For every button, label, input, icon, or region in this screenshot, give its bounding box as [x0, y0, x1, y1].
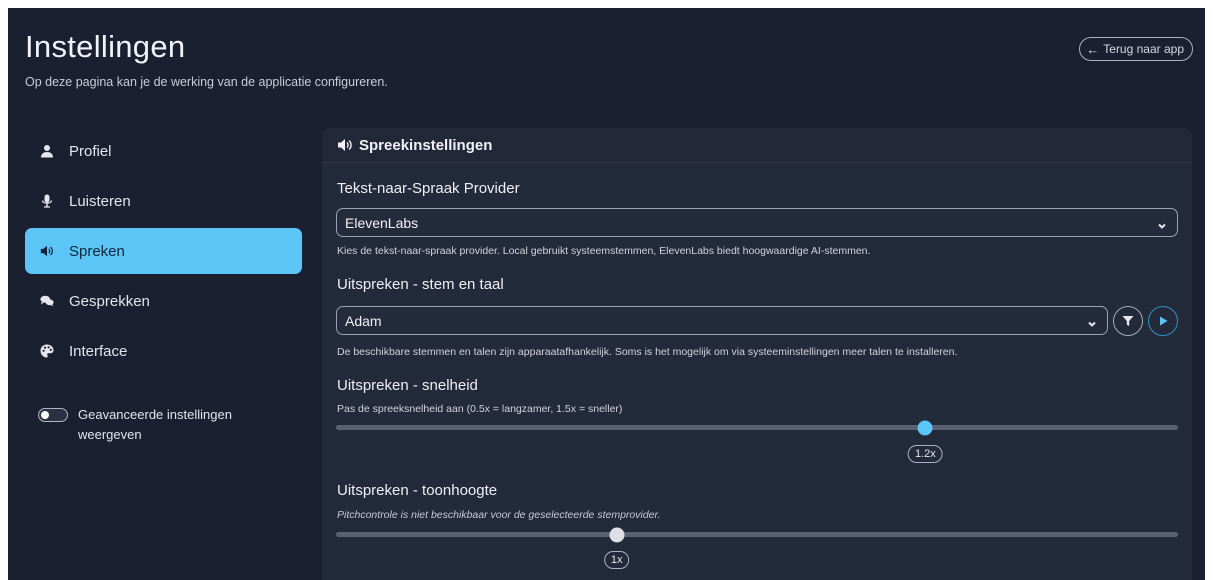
chat-bubbles-icon [39, 293, 55, 309]
sidebar-item-gesprekken[interactable]: Gesprekken [25, 278, 302, 324]
speed-slider-track[interactable] [336, 425, 1178, 430]
advanced-settings-label: Geavanceerde instellingen weergeven [78, 407, 232, 442]
sidebar-item-label: Interface [69, 342, 128, 360]
sidebar-item-label: Luisteren [69, 192, 131, 210]
page-subtitle: Op deze pagina kan je de werking van de … [25, 75, 388, 89]
provider-label: Tekst-naar-Spraak Provider [337, 180, 520, 197]
sidebar-item-profiel[interactable]: Profiel [25, 128, 302, 174]
voice-select-value: Adam [345, 312, 382, 329]
page-title: Instellingen [25, 29, 186, 64]
voice-select[interactable]: Adam [336, 306, 1108, 335]
speaker-icon [39, 243, 55, 259]
voice-preview-play-button[interactable] [1148, 306, 1178, 336]
chevron-down-icon [1087, 316, 1097, 327]
filter-icon [1122, 316, 1134, 326]
speed-value-label: 1.2x [907, 445, 943, 463]
sidebar-item-label: Profiel [69, 142, 112, 160]
back-to-app-button[interactable]: ← Terug naar app [1079, 37, 1193, 61]
back-button-label: Terug naar app [1103, 42, 1184, 56]
provider-select[interactable]: ElevenLabs [336, 208, 1178, 237]
advanced-settings-toggle[interactable] [38, 408, 68, 422]
pitch-value-label: 1x [603, 551, 630, 569]
pitch-label: Uitspreken - toonhoogte [337, 482, 498, 499]
sidebar-item-spreken[interactable]: Spreken [25, 228, 302, 274]
speed-label: Uitspreken - snelheid [337, 377, 478, 394]
provider-select-value: ElevenLabs [345, 214, 419, 231]
advanced-settings-row: Geavanceerde instellingen weergeven [38, 405, 258, 445]
pitch-slider-track [336, 532, 1178, 537]
user-icon [39, 143, 55, 159]
settings-page: Instellingen Op deze pagina kan je de we… [8, 8, 1205, 580]
speaker-icon [337, 138, 353, 152]
toggle-knob [41, 411, 49, 419]
speech-settings-panel: Spreekinstellingen Tekst-naar-Spraak Pro… [322, 128, 1192, 580]
sidebar-item-luisteren[interactable]: Luisteren [25, 178, 302, 224]
palette-icon [39, 343, 55, 359]
speed-slider-thumb[interactable] [917, 420, 933, 435]
panel-title: Spreekinstellingen [359, 136, 493, 154]
speed-help: Pas de spreeksnelheid aan (0.5x = langza… [337, 403, 623, 415]
settings-sidebar: Profiel Luisteren Spreken Gesprekken Int… [25, 128, 302, 442]
voice-help: De beschikbare stemmen en talen zijn app… [337, 346, 958, 358]
sidebar-item-label: Gesprekken [69, 292, 150, 310]
voice-label: Uitspreken - stem en taal [337, 276, 504, 293]
microphone-icon [39, 193, 55, 209]
panel-header: Spreekinstellingen [322, 128, 1192, 163]
pitch-help: Pitchcontrole is niet beschikbaar voor d… [337, 509, 661, 521]
pitch-slider-thumb [609, 527, 625, 542]
play-icon [1160, 316, 1168, 326]
voice-filter-button[interactable] [1113, 306, 1143, 336]
provider-help: Kies de tekst-naar-spraak provider. Loca… [337, 245, 871, 257]
chevron-down-icon [1157, 218, 1167, 229]
arrow-left-icon: ← [1086, 41, 1100, 57]
sidebar-item-interface[interactable]: Interface [25, 328, 302, 374]
sidebar-item-label: Spreken [69, 242, 125, 260]
